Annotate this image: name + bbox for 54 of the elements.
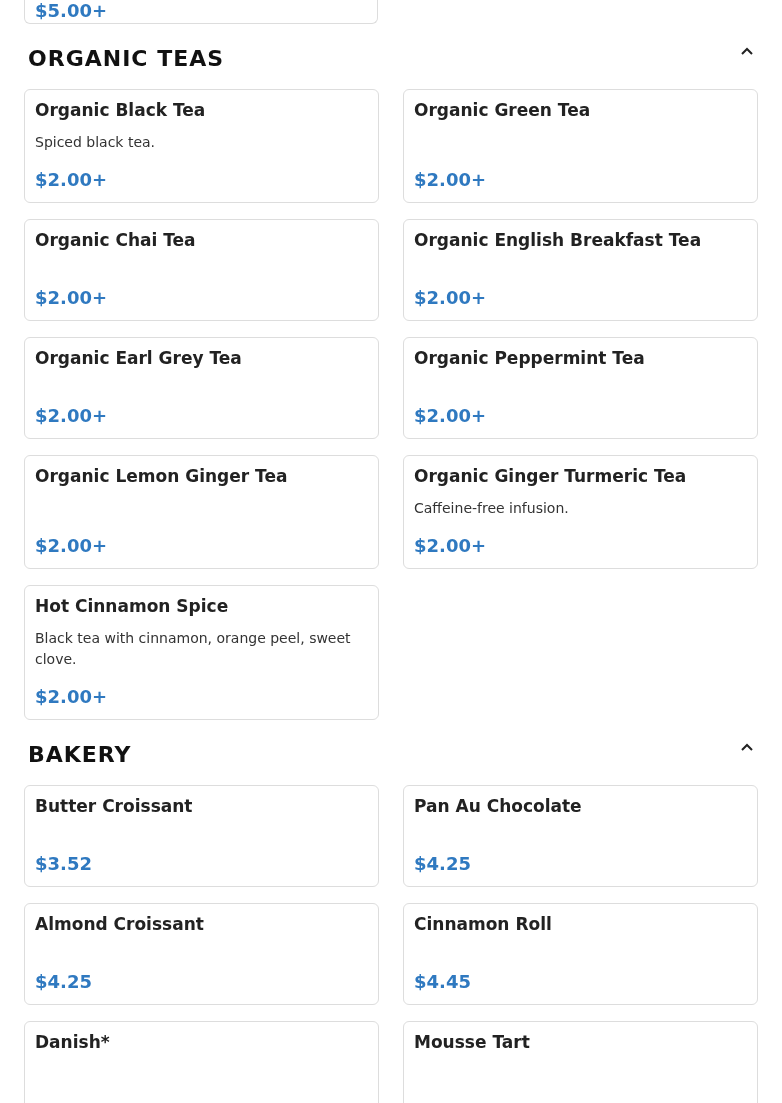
menu-item-card[interactable]: Pan Au Chocolate $4.25	[403, 785, 758, 887]
item-name: Organic Green Tea	[414, 100, 592, 120]
item-name: Organic Chai Tea	[35, 230, 197, 250]
section-title: ORGANIC TEAS	[28, 46, 225, 71]
item-price: $4.25	[35, 970, 93, 992]
menu-item-card[interactable]: Organic Lemon Ginger Tea $2.00+	[24, 455, 379, 569]
item-price: $2.00+	[35, 168, 109, 190]
menu-item-card[interactable]: Almond Croissant $4.25	[24, 903, 379, 1005]
item-price: $2.00+	[35, 534, 109, 556]
item-name: Hot Cinnamon Spice	[35, 596, 230, 616]
item-price: $2.00+	[414, 404, 488, 426]
item-name: Organic Ginger Turmeric Tea	[414, 466, 688, 486]
item-name: Organic English Breakfast Tea	[414, 230, 703, 250]
menu-item-card[interactable]: Organic Peppermint Tea $2.00+	[403, 337, 758, 439]
menu-item-card[interactable]: Organic English Breakfast Tea $2.00+	[403, 219, 758, 321]
chevron-up-icon	[740, 47, 754, 56]
item-price: $2.00+	[414, 168, 488, 190]
item-name: Danish*	[35, 1032, 111, 1052]
menu-item-card[interactable]: Danish*	[24, 1021, 379, 1103]
menu-item-card[interactable]: Hot Cinnamon Spice Black tea with cinnamon, orange peel, sweet clove. $2.00+	[24, 585, 379, 720]
item-name: Pan Au Chocolate	[414, 796, 583, 816]
item-description: Black tea with cinnamon, orange peel, sweet clove.	[35, 629, 352, 669]
item-name: Cinnamon Roll	[414, 914, 553, 934]
item-name: Almond Croissant	[35, 914, 205, 934]
item-price: $2.00+	[414, 534, 488, 556]
item-price: $5.00+	[35, 0, 109, 21]
menu-item-card[interactable]: Organic Ginger Turmeric Tea Caffeine-free infusion. $2.00+	[403, 455, 758, 569]
item-price: $2.00+	[414, 286, 488, 308]
item-price: $3.52	[35, 852, 93, 874]
item-price: $4.25	[414, 852, 472, 874]
item-name: Organic Earl Grey Tea	[35, 348, 243, 368]
item-name: Mousse Tart	[414, 1032, 531, 1052]
item-price: $2.00+	[35, 404, 109, 426]
item-name: Butter Croissant	[35, 796, 194, 816]
collapse-button[interactable]	[740, 743, 754, 752]
item-price: $2.00+	[35, 685, 109, 707]
menu-item-card[interactable]: Organic Earl Grey Tea $2.00+	[24, 337, 379, 439]
menu-item-card[interactable]: Cinnamon Roll $4.45	[403, 903, 758, 1005]
item-description: Spiced black tea.	[35, 133, 157, 152]
menu-item-card[interactable]: $5.00+	[24, 0, 378, 24]
item-name: Organic Black Tea	[35, 100, 207, 120]
section-title: BAKERY	[28, 742, 132, 767]
item-name: Organic Peppermint Tea	[414, 348, 646, 368]
menu-item-card[interactable]: Organic Green Tea $2.00+	[403, 89, 758, 203]
menu-item-card[interactable]: Butter Croissant $3.52	[24, 785, 379, 887]
item-price: $2.00+	[35, 286, 109, 308]
item-description: Caffeine-free infusion.	[414, 499, 570, 518]
item-price: $4.45	[414, 970, 472, 992]
item-name: Organic Lemon Ginger Tea	[35, 466, 289, 486]
collapse-button[interactable]	[740, 47, 754, 56]
menu-item-card[interactable]: Organic Chai Tea $2.00+	[24, 219, 379, 321]
menu-item-card[interactable]: Organic Black Tea Spiced black tea. $2.00+	[24, 89, 379, 203]
chevron-up-icon	[740, 743, 754, 752]
menu-item-card[interactable]: Mousse Tart	[403, 1021, 758, 1103]
